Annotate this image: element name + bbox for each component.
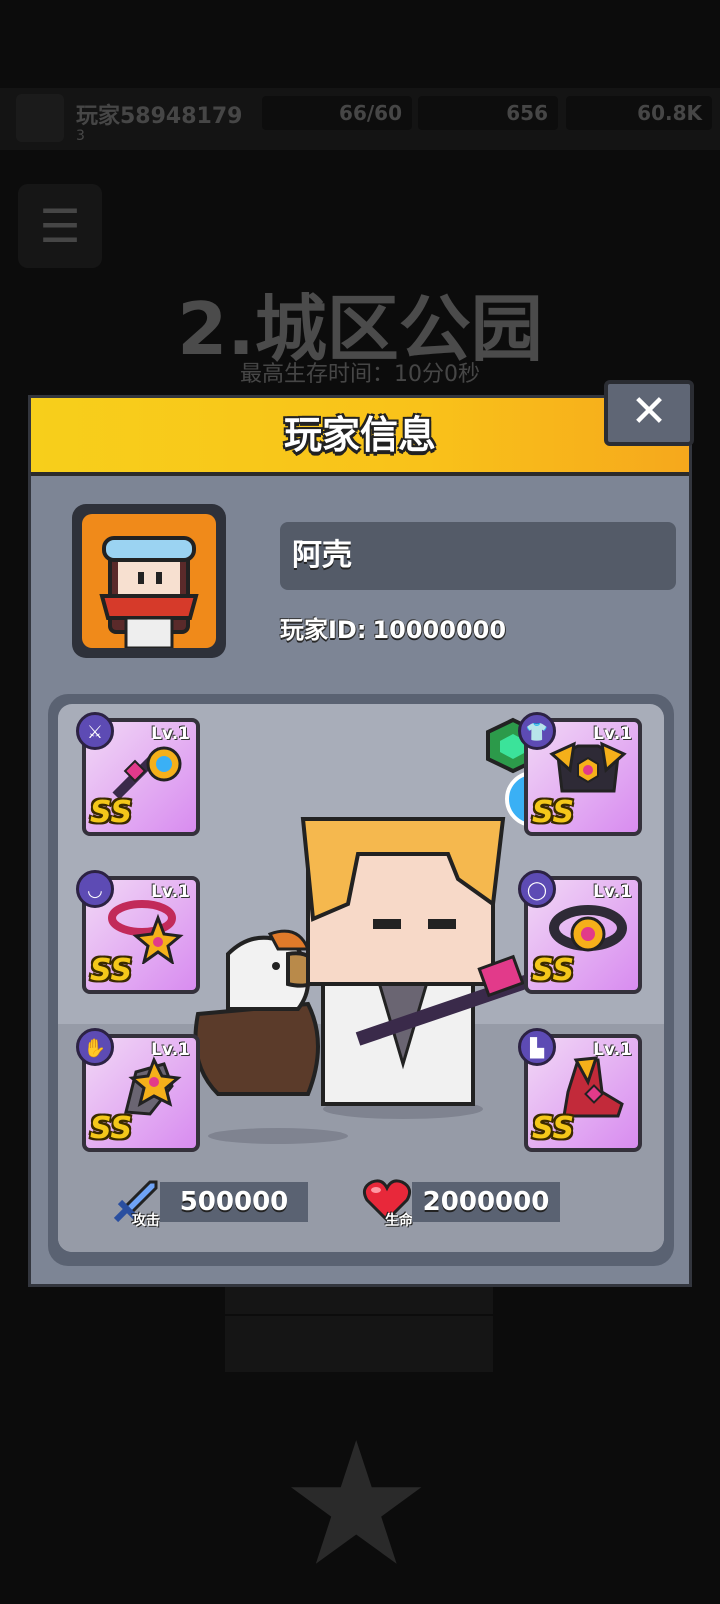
background-panel [225,1316,493,1372]
rank-badge: SS [90,953,133,988]
profile-avatar[interactable] [72,504,226,658]
close-icon: ✕ [630,386,668,437]
rank-badge: SS [532,795,575,830]
equipment-slot-boots[interactable]: ▙ Lv.1 SS [518,1028,642,1152]
player-name-field: 阿壳 [280,522,676,590]
energy-stat: 66/60 [262,96,412,130]
attack-label: 攻击 [132,1213,160,1229]
dialog-header: 玩家信息 [31,398,689,476]
hp-value: 2000000 [412,1182,560,1222]
character-portrait-icon [99,536,199,648]
player-id-label: 玩家ID: [280,616,367,644]
player-name-text: 阿壳 [292,538,352,573]
hero-character-icon [193,717,578,1144]
avatar [16,94,64,142]
rank-badge: SS [90,1111,133,1146]
equipment-slot-gloves[interactable]: ✋ Lv.1 SS [76,1028,200,1152]
star-icon: ★ [280,1406,433,1604]
gem-stat: 656 [418,96,558,130]
equipment-slot-armor[interactable]: 👕 Lv.1 SS [518,712,642,836]
menu-icon: ☰ [18,184,102,268]
rank-badge: SS [532,953,575,988]
player-id: 玩家ID: 10000000 [280,610,506,645]
player-id-value: 10000000 [372,616,507,644]
close-button[interactable]: ✕ [604,380,694,446]
player-level: 3 [76,128,85,144]
rank-badge: SS [90,795,133,830]
hp-label: 生命 [385,1213,413,1229]
equipment-slot-weapon[interactable]: ⚔ Lv.1 SS [76,712,200,836]
attack-value: 500000 [160,1182,308,1222]
coin-stat: 60.8K [566,96,712,130]
rank-badge: SS [532,1111,575,1146]
player-name: 玩家58948179 [76,104,243,129]
equipment-slot-necklace[interactable]: ◡ Lv.1 SS [76,870,200,994]
equipment-slot-belt[interactable]: ◯ Lv.1 SS [518,870,642,994]
avatar-image [82,514,216,648]
dialog-title: 玩家信息 [283,413,436,457]
